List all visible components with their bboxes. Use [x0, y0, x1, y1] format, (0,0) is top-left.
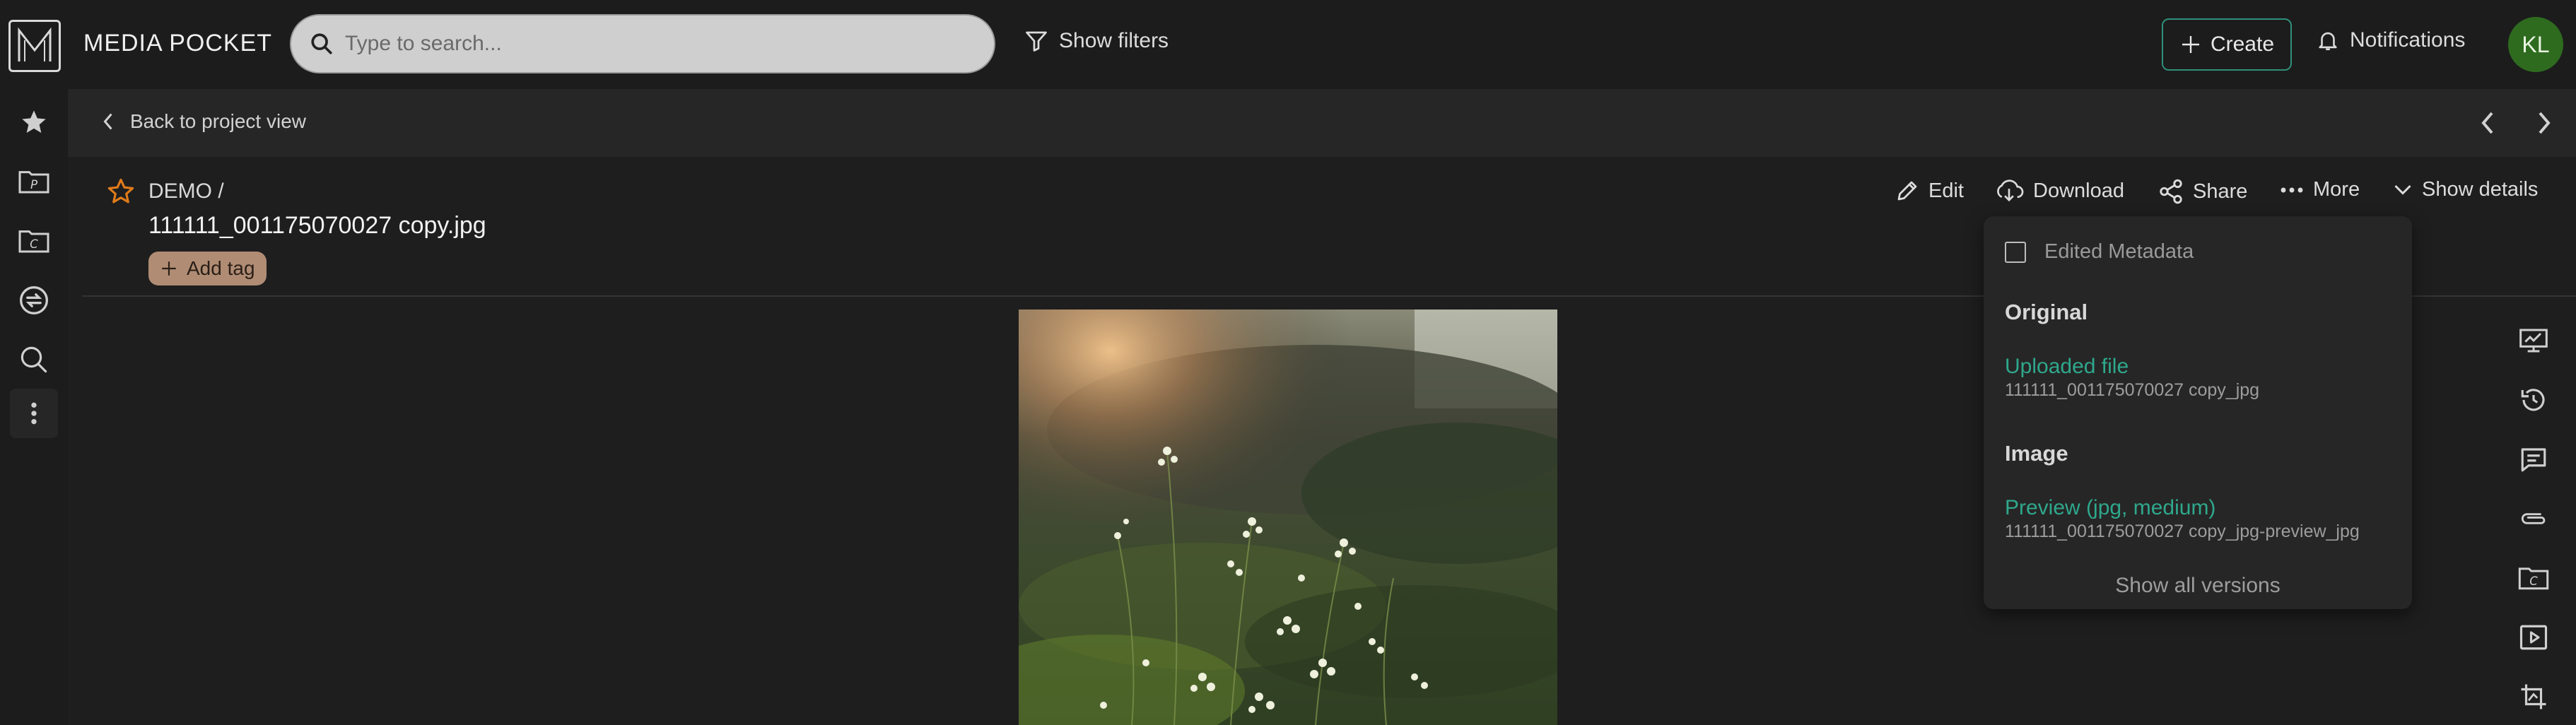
preview-file-name: 111111_001175070027 copy_jpg-preview_jpg	[2005, 521, 2360, 541]
history-tool[interactable]	[2510, 376, 2558, 424]
rail-more[interactable]	[10, 389, 58, 438]
logo-mark-icon	[18, 27, 52, 61]
plus-icon	[162, 261, 176, 276]
chevron-down-icon	[2394, 184, 2411, 195]
download-label: Download	[2033, 179, 2124, 202]
share-label: Share	[2193, 179, 2248, 203]
project-folder-icon: P	[18, 171, 49, 194]
more-label: More	[2313, 178, 2360, 201]
share-button[interactable]: Share	[2158, 178, 2247, 205]
rail-sync[interactable]	[10, 276, 58, 325]
star-outline-icon	[107, 178, 134, 204]
show-details-button[interactable]: Show details	[2392, 178, 2538, 201]
svg-text:P: P	[30, 178, 38, 191]
history-icon	[2521, 389, 2545, 411]
rail-search[interactable]	[10, 335, 58, 384]
chevron-left-icon	[2481, 112, 2493, 134]
preview-link[interactable]: Preview (jpg, medium)	[2005, 496, 2215, 520]
versions-dropdown: Edited Metadata Original Uploaded file 1…	[1984, 216, 2412, 609]
presentation-icon	[2519, 329, 2548, 353]
play-icon	[2519, 625, 2548, 650]
favorite-toggle[interactable]	[106, 177, 136, 210]
notifications-label: Notifications	[2350, 28, 2466, 52]
play-tool[interactable]	[2510, 613, 2558, 661]
rail-favorites[interactable]	[10, 98, 58, 147]
download-button[interactable]: Download	[1994, 178, 2124, 204]
chevron-right-icon	[2539, 112, 2551, 134]
top-bar: MEDIA POCKET Show filters Create Notific…	[0, 0, 2576, 89]
attachment-icon	[2521, 513, 2546, 524]
rail-collections[interactable]: C	[10, 216, 58, 266]
show-details-label: Show details	[2422, 178, 2539, 201]
share-icon	[2160, 179, 2182, 204]
original-heading: Original	[2005, 300, 2088, 324]
pencil-icon	[1897, 181, 1917, 201]
show-all-versions-link[interactable]: Show all versions	[1984, 574, 2412, 598]
collection-folder-icon: C	[18, 230, 49, 253]
avatar[interactable]: KL	[2508, 17, 2563, 72]
add-tag-button[interactable]: Add tag	[148, 252, 267, 285]
attachments-tool[interactable]	[2510, 495, 2558, 543]
chevron-left-icon	[103, 113, 112, 130]
checkbox[interactable]	[2005, 241, 2026, 263]
back-to-project-link[interactable]: Back to project view	[100, 110, 306, 133]
search-icon	[311, 33, 332, 54]
left-rail: P C	[0, 89, 68, 725]
rail-projects[interactable]: P	[10, 157, 58, 206]
collection-folder-icon: C	[2518, 567, 2549, 590]
cloud-download-icon	[1997, 179, 2024, 202]
next-asset-button[interactable]	[2534, 109, 2555, 141]
plus-icon	[2182, 36, 2199, 53]
more-button[interactable]: More	[2279, 178, 2360, 201]
crop-tool[interactable]	[2510, 673, 2558, 721]
breadcrumb[interactable]: DEMO /	[148, 179, 224, 204]
svg-text:C: C	[2529, 574, 2538, 588]
sub-bar: Back to project view	[68, 89, 2576, 157]
asset-title: 111111_001175070027 copy.jpg	[148, 212, 486, 239]
photo-flowers	[1019, 310, 1557, 725]
search-icon	[21, 346, 47, 373]
filter-icon	[1026, 31, 1047, 52]
more-vertical-icon	[31, 402, 37, 425]
image-heading: Image	[2005, 441, 2068, 466]
presentation-tool[interactable]	[2510, 317, 2558, 365]
edit-label: Edit	[1928, 179, 1964, 202]
more-horizontal-icon	[2281, 187, 2303, 192]
collections-tool[interactable]: C	[2510, 554, 2558, 602]
show-filters-button[interactable]: Show filters	[1024, 28, 1169, 54]
star-icon	[22, 110, 46, 133]
edited-metadata-label: Edited Metadata	[2044, 240, 2194, 263]
search-input[interactable]	[345, 32, 981, 56]
notifications-button[interactable]: Notifications	[2316, 28, 2465, 52]
right-tool-rail: C	[2504, 308, 2563, 725]
edited-metadata-checkbox[interactable]: Edited Metadata	[2005, 240, 2194, 264]
original-file-name: 111111_001175070027 copy_jpg	[2005, 380, 2260, 400]
crop-icon	[2521, 684, 2546, 709]
edit-button[interactable]: Edit	[1895, 178, 1964, 204]
sync-icon	[20, 286, 48, 314]
show-filters-label: Show filters	[1059, 29, 1169, 52]
create-button[interactable]: Create	[2162, 18, 2292, 71]
back-label: Back to project view	[130, 110, 306, 132]
brand-name: MEDIA POCKET	[83, 30, 273, 57]
uploaded-file-link[interactable]: Uploaded file	[2005, 355, 2129, 379]
logo[interactable]	[8, 20, 61, 72]
search-bar[interactable]	[290, 14, 995, 73]
svg-text:C: C	[30, 237, 38, 251]
add-tag-label: Add tag	[187, 257, 255, 279]
bell-icon	[2319, 32, 2337, 51]
comments-tool[interactable]	[2510, 435, 2558, 483]
previous-asset-button[interactable]	[2477, 109, 2498, 141]
asset-preview-image[interactable]	[1019, 310, 1557, 725]
create-label: Create	[2210, 33, 2275, 56]
comments-icon	[2521, 448, 2546, 472]
